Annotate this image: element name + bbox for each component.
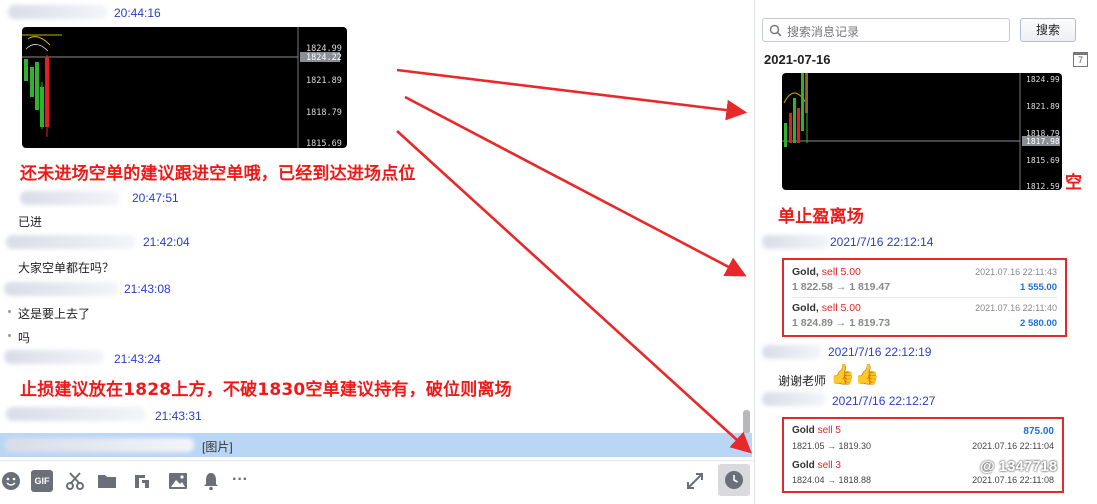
sender-name	[6, 235, 136, 249]
sender-name	[762, 235, 830, 249]
folder-icon[interactable]	[96, 470, 118, 492]
calendar-icon[interactable]: 7	[1073, 52, 1088, 67]
message-text: 已进	[18, 215, 43, 229]
history-icon	[725, 471, 743, 489]
trade-prices: 1 824.89 → 1 819.73	[792, 317, 891, 329]
bell-icon[interactable]	[200, 470, 222, 492]
arrow-to-chart	[396, 68, 748, 121]
bullet-dot	[8, 334, 11, 337]
trade-row: Gold sell 5 875.00 1821.05 → 1819.30 202…	[792, 425, 1054, 459]
history-button[interactable]	[718, 464, 750, 496]
message-input[interactable]: [图片]	[0, 433, 752, 457]
trade-side: sell 5.00	[821, 302, 861, 314]
price-tick: 1821.89	[1026, 102, 1060, 111]
history-time: 2021/7/16 22:12:27	[832, 394, 936, 408]
price-tick: 1821.89	[306, 76, 342, 86]
chat-scrollbar[interactable]	[743, 410, 750, 434]
price-current: 1824.22	[306, 53, 342, 63]
shake-icon[interactable]	[131, 470, 153, 492]
trade-prices: 1 822.58 → 1 819.47	[792, 281, 891, 293]
chat-toolbar: GIF ···	[0, 460, 754, 504]
price-tick: 1815.69	[1026, 156, 1060, 165]
expand-icon[interactable]	[684, 470, 706, 492]
scissors-icon[interactable]	[64, 470, 86, 492]
history-search-input[interactable]: 搜索消息记录	[762, 18, 1010, 42]
trade-profit: 1 555.00	[1020, 282, 1057, 293]
trade-symbol: Gold,	[792, 302, 819, 314]
trade-symbol: Gold	[792, 425, 815, 436]
annotation-stoploss: 止损建议放在1828上方，不破1830空单建议持有，破位则离场	[20, 380, 512, 400]
draft-attachment-label: [图片]	[202, 440, 233, 454]
trade-row: Gold, sell 5.00 2021.07.16 22:11:43 1 82…	[792, 264, 1057, 298]
annotation-takeprofit: 单止盈离场	[778, 207, 864, 227]
sender-name	[6, 407, 146, 421]
bullet-dot	[8, 310, 11, 313]
trade-side: sell 3	[817, 460, 841, 471]
message-time: 21:43:24	[114, 352, 161, 366]
message-text: 吗	[18, 331, 31, 345]
price-tick: 1818.79	[306, 108, 342, 118]
message-time: 20:44:16	[114, 6, 161, 20]
chart-image[interactable]: 1824.99 1821.89 1818.79 1815.69 1824.22	[22, 27, 347, 148]
annotation-entry: 还未进场空单的建议跟进空单哦，已经到达进场点位	[20, 164, 416, 184]
history-time: 2021/7/16 22:12:19	[828, 345, 932, 359]
message-time: 21:42:04	[143, 235, 190, 249]
search-placeholder: 搜索消息记录	[787, 25, 860, 39]
trade-datetime: 2021.07.16 22:11:43	[975, 267, 1057, 277]
message-text: 这是要上去了	[18, 307, 91, 321]
arrow-to-trades-a	[404, 95, 747, 277]
sender-name	[4, 282, 119, 296]
search-button[interactable]: 搜索	[1020, 18, 1076, 42]
sender-name	[762, 392, 826, 406]
trade-card[interactable]: Gold, sell 5.00 2021.07.16 22:11:43 1 82…	[782, 258, 1067, 337]
price-tick: 1815.69	[306, 139, 342, 148]
history-text: 谢谢老师	[778, 374, 827, 388]
trade-datetime: 2021.07.16 22:11:40	[975, 303, 1057, 313]
more-icon[interactable]: ···	[232, 470, 254, 492]
thumbs-up-emoji: 👍👍	[830, 364, 880, 386]
price-tick: 1812.59	[1026, 182, 1060, 190]
trade-profit: 2 580.00	[1020, 318, 1057, 329]
trade-profit: 875.00	[1023, 426, 1054, 437]
arrow-to-trades-b	[396, 130, 752, 454]
trade-side: sell 5.00	[821, 266, 861, 278]
message-time: 21:43:31	[155, 409, 202, 423]
trade-datetime: 2021.07.16 22:11:08	[972, 475, 1054, 485]
sender-name	[762, 345, 822, 359]
trade-datetime: 2021.07.16 22:11:04	[972, 441, 1054, 451]
emoji-icon[interactable]	[0, 470, 22, 492]
image-icon[interactable]	[167, 470, 189, 492]
annotation-tail: 空	[1065, 173, 1083, 193]
sender-name	[20, 191, 120, 205]
draft-preview	[4, 438, 194, 452]
history-chart-image[interactable]: 1824.99 1821.89 1818.79 1815.69 1812.59 …	[782, 73, 1062, 190]
trade-symbol: Gold,	[792, 266, 819, 278]
price-tick: 1824.99	[1026, 75, 1060, 84]
message-time: 21:43:08	[124, 282, 171, 296]
watermark: @ 1347718	[980, 458, 1058, 475]
sender-name	[8, 5, 108, 19]
trade-row: Gold, sell 5.00 2021.07.16 22:11:40 1 82…	[792, 300, 1057, 334]
gif-icon[interactable]: GIF	[31, 470, 53, 492]
history-time: 2021/7/16 22:12:14	[830, 235, 934, 249]
trade-symbol: Gold	[792, 460, 815, 471]
message-text: 大家空单都在吗？	[18, 261, 115, 275]
price-current: 1817.98	[1026, 137, 1060, 146]
trade-side: sell 5	[817, 425, 841, 436]
trade-prices: 1824.04 → 1818.88	[792, 475, 872, 485]
search-icon	[769, 24, 782, 37]
trade-prices: 1821.05 → 1819.30	[792, 441, 872, 451]
message-time: 20:47:51	[132, 191, 179, 205]
history-date: 2021-07-16	[764, 52, 831, 67]
trade-card[interactable]: Gold sell 5 875.00 1821.05 → 1819.30 202…	[782, 417, 1064, 493]
sender-name	[4, 350, 104, 364]
